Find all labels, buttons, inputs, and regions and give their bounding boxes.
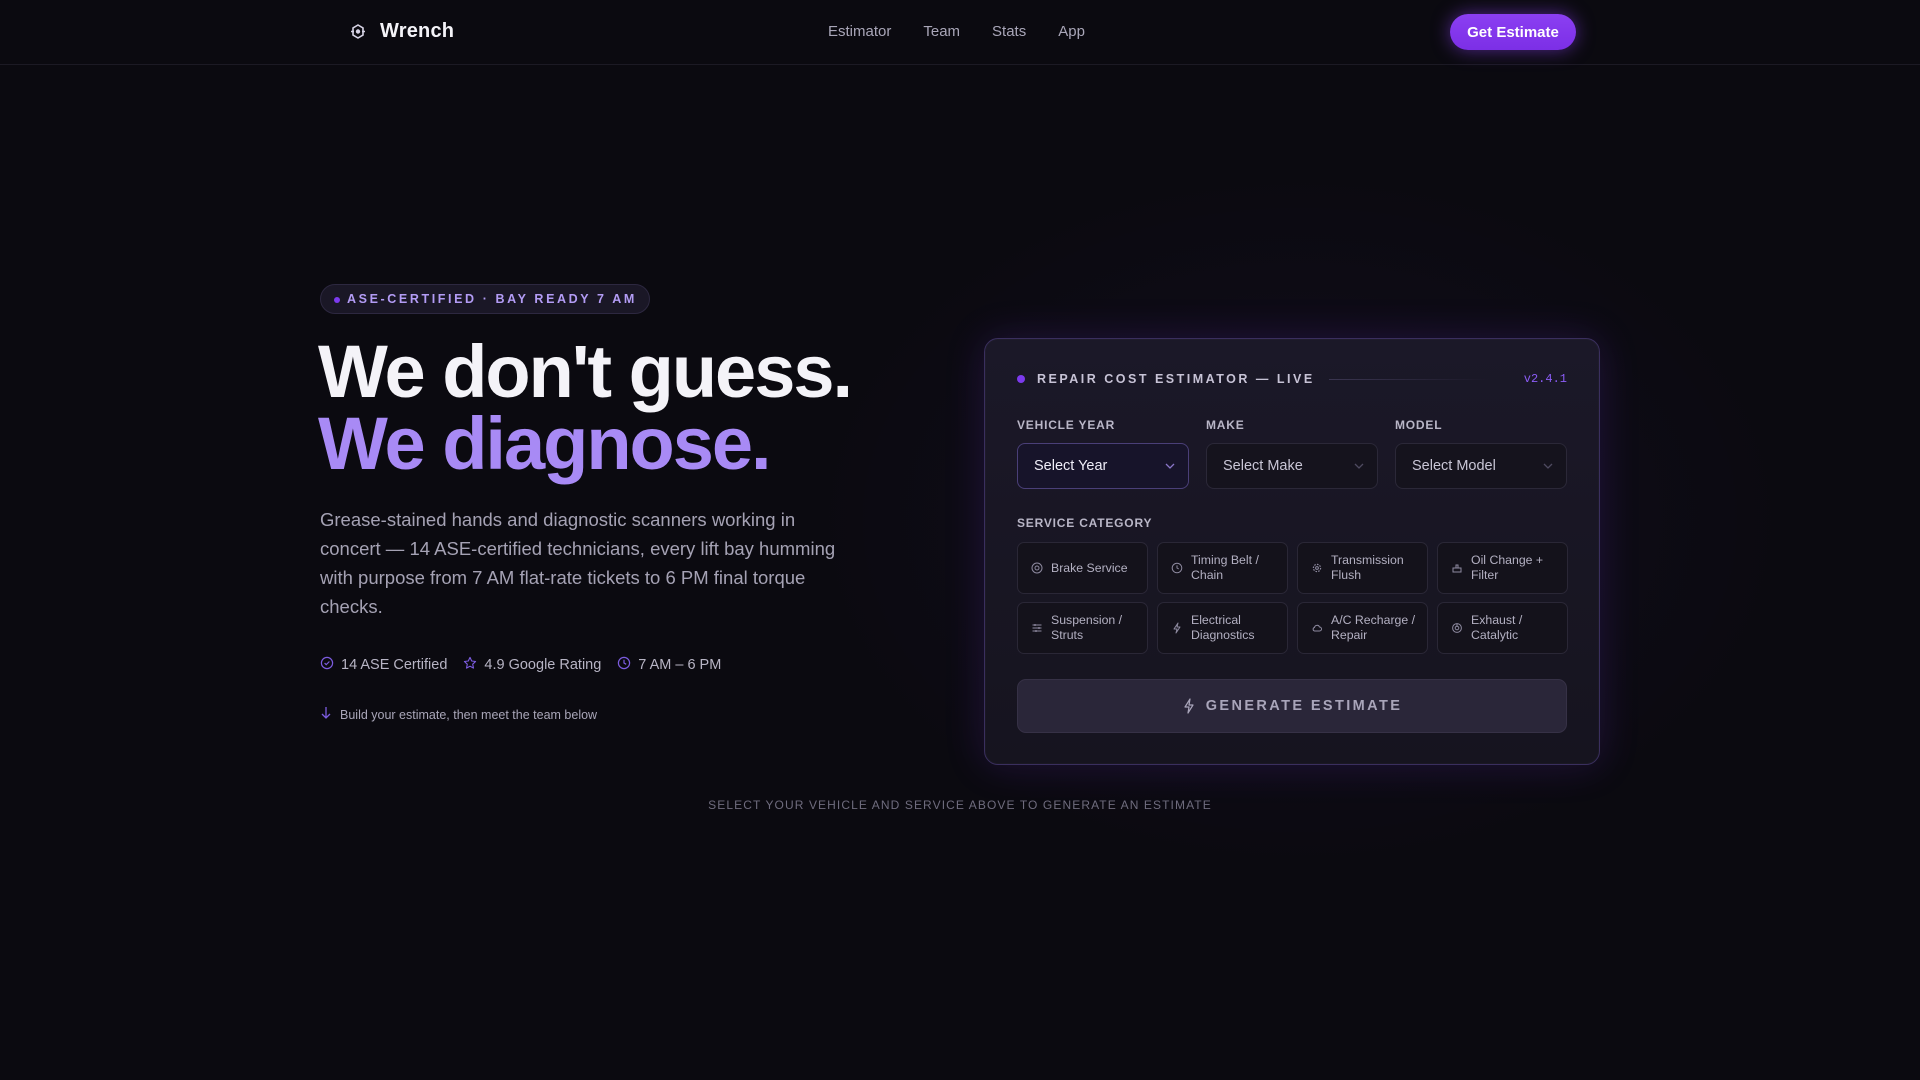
certification-badge: ASE-CERTIFIED · BAY READY 7 AM [320, 284, 650, 314]
exhaust-icon [1452, 623, 1462, 633]
stat-ase-label: 14 ASE Certified [341, 657, 448, 673]
year-select[interactable]: Select Year [1017, 443, 1189, 489]
service-ac[interactable]: A/C Recharge / Repair [1297, 602, 1428, 654]
hero-lead-text: Grease-stained hands and diagnostic scan… [320, 509, 836, 617]
make-select[interactable]: Select Make [1206, 443, 1378, 489]
chevron-down-icon [1165, 463, 1175, 469]
service-label: Brake Service [1051, 560, 1128, 575]
star-icon [463, 656, 477, 674]
nav-link-estimator[interactable]: Estimator [828, 23, 891, 40]
service-label: Timing Belt / Chain [1191, 553, 1259, 582]
headline-line-1: We don't guess. [318, 330, 853, 413]
nav-link-app[interactable]: App [1058, 23, 1085, 40]
service-brake[interactable]: Brake Service [1017, 542, 1148, 594]
sliders-icon [1032, 624, 1042, 632]
make-label: MAKE [1206, 418, 1245, 432]
headline-line-2: We diagnose. [318, 402, 772, 485]
service-timing-belt[interactable]: Timing Belt / Chain [1157, 542, 1288, 594]
estimator-header: REPAIR COST ESTIMATOR — LIVE v2.4.1 [1017, 372, 1567, 386]
stat-hours-label: 7 AM – 6 PM [638, 657, 722, 673]
oil-can-icon [1452, 564, 1462, 573]
repair-estimator-card: REPAIR COST ESTIMATOR — LIVE v2.4.1 VEHI… [984, 338, 1600, 765]
generate-estimate-label: GENERATE ESTIMATE [1205, 698, 1403, 714]
year-select-value: Select Year [1034, 458, 1108, 474]
scroll-hint-label: Build your estimate, then meet the team … [340, 707, 598, 722]
clock-icon [617, 656, 631, 674]
model-select[interactable]: Select Model [1395, 443, 1567, 489]
chevron-down-icon [1543, 463, 1553, 469]
stat-rating: 4.9 Google Rating [463, 656, 601, 674]
brand-name: Wrench [380, 20, 455, 42]
check-circle-icon [320, 656, 334, 674]
target-icon [1031, 562, 1043, 574]
top-nav: Wrench Estimator Team Stats App Get Esti… [0, 0, 1920, 65]
brand[interactable]: Wrench [348, 20, 454, 43]
stat-rating-label: 4.9 Google Rating [484, 657, 602, 673]
nav-link-stats[interactable]: Stats [992, 23, 1026, 40]
service-category-grid: Brake Service Timing Belt / Chain Transm… [1017, 542, 1568, 654]
version-label: v2.4.1 [1523, 372, 1567, 386]
service-suspension[interactable]: Suspension / Struts [1017, 602, 1148, 654]
live-indicator-dot [1017, 375, 1025, 383]
service-label: Oil Change + Filter [1471, 553, 1544, 582]
cloud-icon [1312, 624, 1322, 632]
estimator-title: REPAIR COST ESTIMATOR — LIVE [1037, 372, 1315, 386]
bolt-icon [1184, 698, 1194, 714]
service-oil-change[interactable]: Oil Change + Filter [1437, 542, 1568, 594]
generate-estimate-button[interactable]: GENERATE ESTIMATE [1017, 679, 1567, 733]
nav-links: Estimator Team Stats App [828, 23, 1085, 40]
service-label: Electrical Diagnostics [1191, 613, 1255, 642]
scroll-hint[interactable]: Build your estimate, then meet the team … [320, 706, 597, 723]
service-category-label: SERVICE CATEGORY [1017, 516, 1153, 530]
model-label: MODEL [1395, 418, 1443, 432]
bolt-icon [1173, 622, 1181, 634]
service-exhaust[interactable]: Exhaust / Catalytic [1437, 602, 1568, 654]
model-select-value: Select Model [1412, 458, 1496, 474]
service-electrical[interactable]: Electrical Diagnostics [1157, 602, 1288, 654]
service-label: Transmission Flush [1331, 553, 1404, 582]
wrench-logo-icon [348, 22, 368, 42]
nav-link-team[interactable]: Team [923, 23, 960, 40]
service-transmission[interactable]: Transmission Flush [1297, 542, 1428, 594]
hero-stats: 14 ASE Certified 4.9 Google Rating 7 AM … [320, 656, 721, 674]
arrow-down-icon [320, 706, 332, 723]
service-label: Exhaust / Catalytic [1471, 613, 1523, 642]
service-label: Suspension / Struts [1051, 613, 1123, 642]
stat-ase: 14 ASE Certified [320, 656, 447, 674]
gear-icon [1312, 563, 1322, 573]
chevron-down-icon [1354, 463, 1364, 469]
clock-icon [1171, 562, 1183, 574]
get-estimate-button[interactable]: Get Estimate [1450, 14, 1576, 50]
make-select-value: Select Make [1223, 458, 1303, 474]
service-label: A/C Recharge / Repair [1331, 613, 1416, 642]
estimate-footnote: SELECT YOUR VEHICLE AND SERVICE ABOVE TO… [708, 798, 1212, 812]
stat-hours: 7 AM – 6 PM [617, 656, 721, 674]
hero-headline: We don't guess. We diagnose. [318, 330, 853, 485]
header-divider [1328, 378, 1489, 380]
year-label: VEHICLE YEAR [1017, 418, 1116, 432]
